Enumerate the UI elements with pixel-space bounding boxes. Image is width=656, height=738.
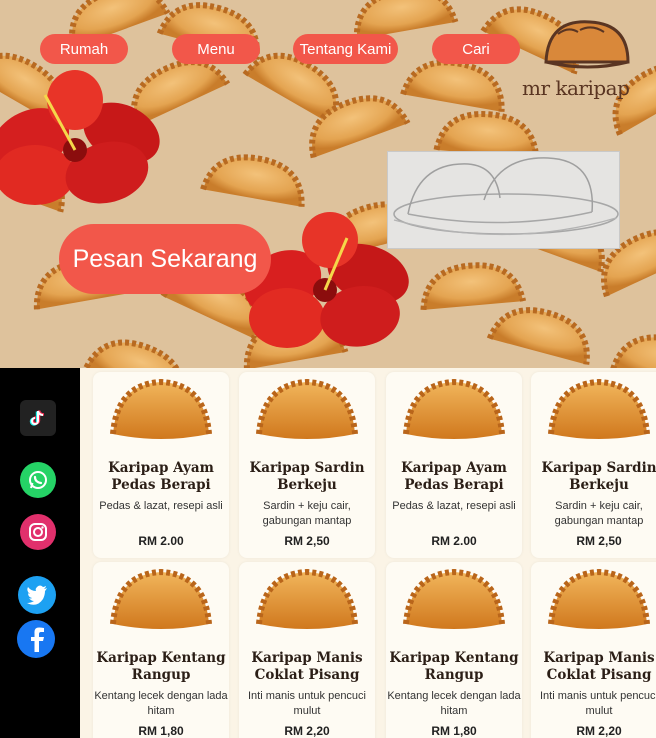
karipap-image bbox=[110, 568, 212, 629]
nav-menu[interactable]: Menu bbox=[172, 34, 260, 64]
brand-name: mr karipap bbox=[522, 76, 630, 100]
product-description: Inti manis untuk pencuci mulut bbox=[539, 690, 656, 717]
social-sidebar bbox=[0, 368, 80, 738]
product-price: RM 2,50 bbox=[284, 534, 330, 548]
twitter-icon[interactable] bbox=[18, 576, 56, 614]
hero-banner: Rumah Menu Tentang Kami Cari mr karipap … bbox=[0, 0, 656, 368]
karipap-image bbox=[256, 378, 358, 439]
product-description: Sardin + keju cair, gabungan mantap bbox=[554, 500, 644, 527]
product-card[interactable]: Karipap Sardin Berkeju Sardin + keju cai… bbox=[531, 372, 656, 558]
product-price: RM 2.00 bbox=[138, 534, 184, 548]
karipap-image bbox=[403, 568, 505, 629]
whatsapp-icon[interactable] bbox=[20, 462, 56, 498]
product-description: Kentang lecek dengan lada hitam bbox=[387, 690, 521, 717]
product-card[interactable]: Karipap Manis Coklat Pisang Inti manis u… bbox=[239, 562, 375, 738]
karipap-logo-icon bbox=[544, 20, 630, 69]
product-card[interactable]: Karipap Ayam Pedas Berapi Pedas & lazat,… bbox=[386, 372, 522, 558]
karipap-background-item bbox=[83, 339, 185, 368]
karipap-background-item bbox=[200, 154, 305, 207]
product-card[interactable]: Karipap Kentang Rangup Kentang lecek den… bbox=[386, 562, 522, 738]
product-name: Karipap Ayam Pedas Berapi bbox=[401, 460, 507, 493]
product-card[interactable]: Karipap Manis Coklat Pisang Inti manis u… bbox=[531, 562, 656, 738]
karipap-background-item bbox=[486, 307, 590, 365]
karipap-sketch bbox=[393, 157, 619, 236]
karipap-image bbox=[403, 378, 505, 439]
product-price: RM 2.00 bbox=[431, 534, 477, 548]
nav-rumah[interactable]: Rumah bbox=[40, 34, 128, 64]
product-name: Karipap Manis Coklat Pisang bbox=[251, 650, 363, 683]
product-description: Sardin + keju cair, gabungan mantap bbox=[262, 500, 352, 527]
product-description: Pedas & lazat, resepi asli bbox=[392, 500, 516, 512]
product-price: RM 1,80 bbox=[431, 724, 477, 738]
karipap-image bbox=[256, 568, 358, 629]
karipap-image bbox=[110, 378, 212, 439]
instagram-icon[interactable] bbox=[20, 514, 56, 550]
product-card[interactable]: Karipap Sardin Berkeju Sardin + keju cai… bbox=[239, 372, 375, 558]
product-name: Karipap Kentang Rangup bbox=[389, 650, 519, 683]
tiktok-icon[interactable] bbox=[20, 400, 56, 436]
karipap-image bbox=[548, 568, 650, 629]
product-price: RM 2,50 bbox=[576, 534, 622, 548]
product-description: Pedas & lazat, resepi asli bbox=[99, 500, 223, 512]
product-name: Karipap Sardin Berkeju bbox=[541, 460, 656, 493]
nav-cari[interactable]: Cari bbox=[432, 34, 520, 64]
product-price: RM 1,80 bbox=[138, 724, 184, 738]
karipap-background-item bbox=[610, 334, 656, 368]
product-price: RM 2,20 bbox=[284, 724, 330, 738]
karipap-image bbox=[548, 378, 650, 439]
order-now-button[interactable]: Pesan Sekarang bbox=[59, 224, 271, 294]
product-description: Kentang lecek dengan lada hitam bbox=[94, 690, 228, 717]
product-card[interactable]: Karipap Kentang Rangup Kentang lecek den… bbox=[93, 562, 229, 738]
product-description: Inti manis untuk pencuci mulut bbox=[247, 690, 366, 717]
brand-logo[interactable]: mr karipap bbox=[518, 14, 648, 100]
product-name: Karipap Manis Coklat Pisang bbox=[543, 650, 655, 683]
product-name: Karipap Sardin Berkeju bbox=[249, 460, 365, 493]
facebook-icon[interactable] bbox=[17, 620, 55, 658]
product-price: RM 2,20 bbox=[576, 724, 622, 738]
product-name: Karipap Kentang Rangup bbox=[96, 650, 226, 683]
product-card[interactable]: Karipap Ayam Pedas Berapi Pedas & lazat,… bbox=[93, 372, 229, 558]
karipap-background-item bbox=[420, 262, 527, 311]
nav-tentang-kami[interactable]: Tentang Kami bbox=[293, 34, 398, 64]
sketch-image bbox=[387, 151, 620, 249]
product-grid: Karipap Ayam Pedas Berapi Pedas & lazat,… bbox=[80, 368, 656, 738]
product-name: Karipap Ayam Pedas Berapi bbox=[108, 460, 214, 493]
